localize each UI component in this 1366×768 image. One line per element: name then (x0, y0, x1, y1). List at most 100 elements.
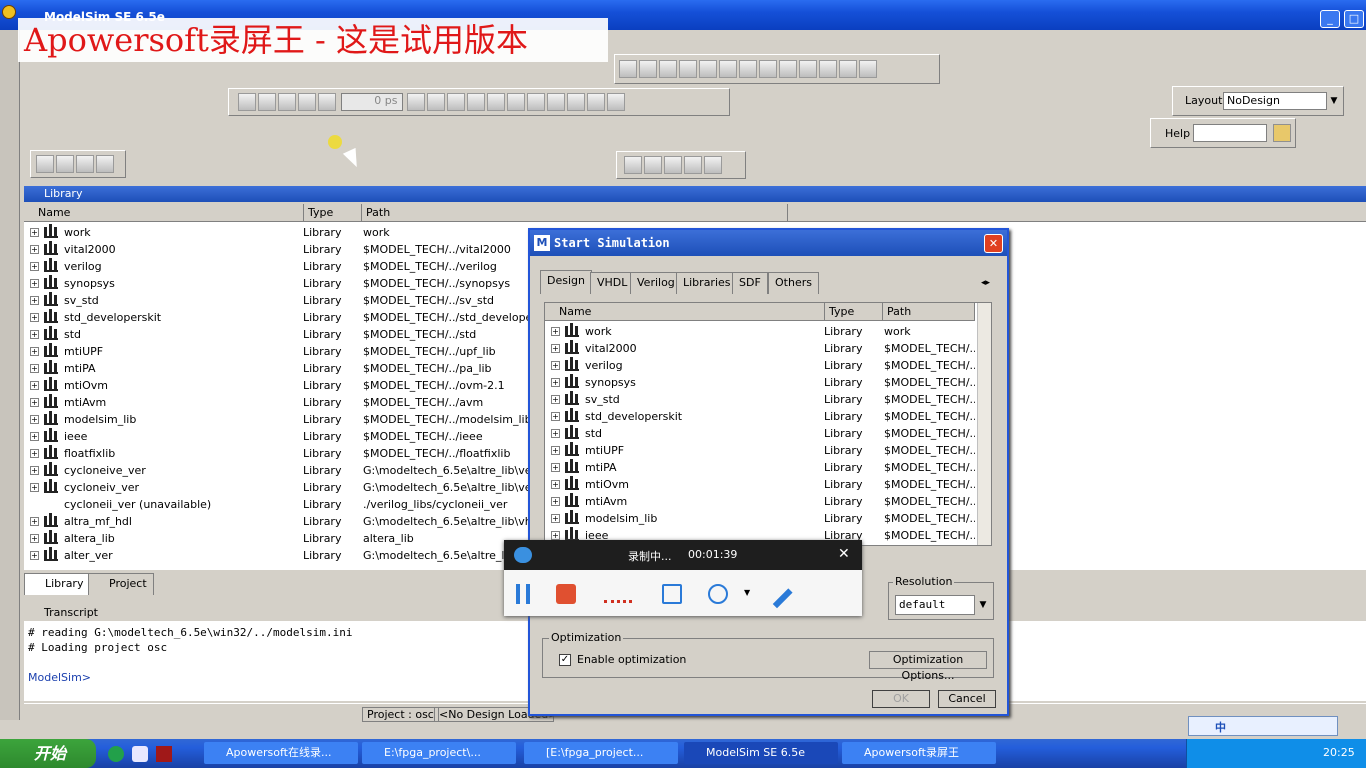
chevron-down-icon[interactable]: ▼ (975, 595, 991, 615)
expand-icon[interactable]: + (30, 364, 39, 373)
close-icon[interactable]: ✕ (838, 546, 850, 562)
expand-icon[interactable]: + (30, 483, 39, 492)
expand-icon[interactable]: + (551, 514, 560, 523)
waveform-icon[interactable] (587, 93, 605, 111)
taskbar-item[interactable]: ModelSim SE 6.5e (684, 742, 838, 764)
col-type[interactable]: Type (825, 303, 883, 321)
expand-icon[interactable]: + (551, 361, 560, 370)
table-row[interactable]: + vital2000 Library $MODEL_TECH/../v (545, 340, 975, 357)
expand-icon[interactable]: + (30, 466, 39, 475)
taskbar-item[interactable]: E:\fpga_project\... (362, 742, 516, 764)
expand-icon[interactable]: + (30, 245, 39, 254)
tab-scroll-left-icon[interactable]: ◂▸ (981, 278, 990, 288)
redo-icon[interactable] (799, 60, 817, 78)
open-folder-icon[interactable] (639, 60, 657, 78)
list-icon[interactable] (607, 93, 625, 111)
delete-selected-icon[interactable] (644, 156, 662, 174)
expand-icon[interactable]: + (30, 279, 39, 288)
structure-icon[interactable] (859, 60, 877, 78)
table-row[interactable]: + work Library work (545, 323, 975, 340)
table-row[interactable]: + synopsys Library $MODEL_TECH/../s (545, 374, 975, 391)
print-icon[interactable] (699, 60, 717, 78)
paste-doc-icon[interactable] (684, 156, 702, 174)
expand-icon[interactable]: + (551, 378, 560, 387)
expand-icon[interactable]: + (30, 262, 39, 271)
expand-icon[interactable]: + (30, 296, 39, 305)
step-out-icon[interactable] (527, 93, 545, 111)
table-row[interactable]: + mtiPA Library $MODEL_TECH/../p (545, 459, 975, 476)
undo-icon[interactable] (779, 60, 797, 78)
expand-icon[interactable]: + (30, 398, 39, 407)
cancel-button[interactable]: Cancel (938, 690, 996, 708)
back-arrow-icon[interactable] (278, 93, 296, 111)
new-file-icon[interactable] (619, 60, 637, 78)
layout-select[interactable]: NoDesign (1223, 92, 1327, 110)
compile-icon[interactable] (238, 93, 256, 111)
tab-libraries[interactable]: Libraries (676, 272, 738, 294)
paste-icon[interactable] (759, 60, 777, 78)
stop-icon[interactable] (556, 584, 576, 604)
quick-launch-icon[interactable] (108, 746, 124, 762)
table-row[interactable]: + mtiAvm Library $MODEL_TECH/../a (545, 493, 975, 510)
expand-icon[interactable]: + (551, 429, 560, 438)
expand-icon[interactable]: + (30, 415, 39, 424)
chevron-down-icon[interactable]: ▼ (1327, 92, 1341, 110)
enable-optimization-checkbox[interactable]: ✓ (559, 654, 571, 666)
quick-launch-icon[interactable] (156, 746, 172, 762)
col-name[interactable]: Name (555, 303, 825, 321)
expand-icon[interactable]: + (551, 531, 560, 540)
maximize-button[interactable]: □ (1344, 10, 1364, 28)
chevron-down-icon[interactable]: ▼ (744, 588, 750, 597)
run-length-input[interactable]: 0 ps (340, 93, 403, 111)
expand-icon[interactable]: + (30, 381, 39, 390)
optimization-options-button[interactable]: Optimization Options... (869, 651, 987, 682)
expand-icon[interactable]: + (551, 412, 560, 421)
copy-icon[interactable] (739, 60, 757, 78)
stop-icon[interactable] (567, 93, 585, 111)
forward-arrow-icon[interactable] (298, 93, 316, 111)
up-arrow-icon[interactable] (258, 93, 276, 111)
taskbar-item[interactable]: Apowersoft在线录... (204, 742, 358, 764)
expand-icon[interactable]: + (30, 551, 39, 560)
simulate-icon[interactable] (76, 155, 94, 173)
expand-icon[interactable]: + (30, 517, 39, 526)
expand-icon[interactable]: + (551, 327, 560, 336)
resolution-select[interactable]: default (895, 595, 975, 615)
expand-icon[interactable]: + (30, 313, 39, 322)
webcam-icon[interactable] (708, 584, 728, 604)
expand-icon[interactable]: + (551, 480, 560, 489)
add-file-icon[interactable] (36, 155, 54, 173)
search-help-icon[interactable] (1273, 124, 1291, 142)
tab-project[interactable]: Project (88, 573, 154, 595)
col-path[interactable]: Path (883, 303, 975, 321)
restart-icon[interactable] (318, 93, 336, 111)
delete-icon[interactable] (96, 155, 114, 173)
save-icon[interactable] (659, 60, 677, 78)
vertical-scrollbar[interactable] (977, 303, 991, 545)
cut-icon[interactable] (719, 60, 737, 78)
table-row[interactable]: + std_developerskit Library $MODEL_TECH/../… (545, 408, 975, 425)
table-row[interactable]: + sv_std Library $MODEL_TECH/../s (545, 391, 975, 408)
pencil-icon[interactable] (772, 588, 793, 609)
step-icon[interactable] (487, 93, 505, 111)
minimize-button[interactable]: _ (1320, 10, 1340, 28)
expand-icon[interactable]: + (30, 347, 39, 356)
expand-icon[interactable]: + (551, 463, 560, 472)
expand-icon[interactable]: + (30, 449, 39, 458)
copy-doc-icon[interactable] (664, 156, 682, 174)
expand-icon[interactable]: + (30, 330, 39, 339)
tab-sdf[interactable]: SDF (732, 272, 768, 294)
tab-design[interactable]: Design (540, 270, 592, 294)
hierarchy-icon[interactable] (839, 60, 857, 78)
taskbar-item[interactable]: [E:\fpga_project... (524, 742, 678, 764)
start-button[interactable]: 开始 (0, 739, 96, 768)
find-icon[interactable] (819, 60, 837, 78)
tab-library[interactable]: Library (24, 573, 91, 595)
close-icon[interactable]: ✕ (984, 234, 1003, 253)
run-icon[interactable] (407, 93, 425, 111)
expand-icon[interactable]: + (551, 395, 560, 404)
tab-verilog[interactable]: Verilog (630, 272, 682, 294)
delete-all-icon[interactable] (624, 156, 642, 174)
step-back-icon[interactable] (547, 93, 565, 111)
col-type[interactable]: Type (304, 204, 362, 222)
